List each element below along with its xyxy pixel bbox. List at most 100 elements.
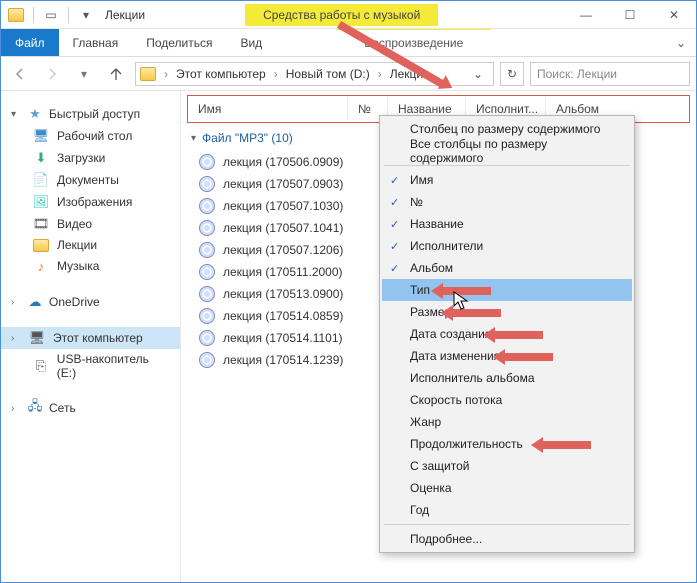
desktop-icon: 🖥 [33,128,49,144]
folder-icon [33,239,49,252]
maximize-button[interactable]: ☐ [608,1,652,29]
menu-item-label: Исполнитель альбома [410,371,535,385]
menu-column-toggle[interactable]: ✓Название [382,213,632,235]
crumb-this-pc[interactable]: Этот компьютер [172,65,270,83]
search-input[interactable]: Поиск: Лекции [530,62,690,86]
menu-column-toggle[interactable]: Год [382,499,632,521]
crumb-sep-icon[interactable]: › [162,67,170,81]
file-name: лекция (170506.0909) [223,155,343,169]
menu-column-toggle[interactable]: ✓ Альбом [382,257,632,279]
nav-recent-dropdown[interactable]: ▾ [71,61,97,87]
cloud-icon: ☁ [27,294,43,310]
menu-item-label: Альбом [410,261,453,275]
refresh-button[interactable]: ↻ [500,62,524,86]
check-icon: ✓ [390,240,399,253]
nav-item-videos[interactable]: 🎞Видео [1,213,180,235]
picture-icon: 🖼 [33,194,49,210]
titlebar: ▭ ▾ Лекции Средства работы с музыкой — ☐… [1,1,696,29]
audio-file-icon [199,286,215,302]
qat-dropdown-icon[interactable]: ▾ [75,4,97,26]
nav-forward-button[interactable] [39,61,65,87]
nav-onedrive-label: OneDrive [49,295,100,309]
nav-quick-access-header[interactable]: ▾ ★ Быстрый доступ [1,103,180,125]
ribbon-tabs: Файл Главная Поделиться Вид Воспроизведе… [1,29,696,57]
ribbon-expand-icon[interactable]: ⌄ [666,29,696,56]
menu-column-toggle[interactable]: Продолжительность [382,433,632,455]
nav-this-pc-label: Этот компьютер [53,331,143,345]
check-icon: ✓ [390,218,399,231]
menu-column-toggle[interactable]: Дата создания [382,323,632,345]
minimize-button[interactable]: — [564,1,608,29]
menu-column-toggle[interactable]: Размер [382,301,632,323]
menu-item-label: Год [410,503,429,517]
nav-item-music[interactable]: ♪Музыка [1,255,180,277]
menu-column-toggle[interactable]: Жанр [382,411,632,433]
close-button[interactable]: ✕ [652,1,696,29]
menu-item-label: Продолжительность [410,437,523,451]
contextual-tab-header: Средства работы с музыкой [245,4,438,26]
nav-up-button[interactable] [103,61,129,87]
column-context-menu: Столбец по размеру содержимого Все столб… [379,115,635,553]
nav-item-label: Музыка [57,259,99,273]
check-icon: ✓ [390,262,399,275]
menu-item-label: Жанр [410,415,441,429]
menu-item-label: Размер [410,305,451,319]
menu-column-toggle[interactable]: С защитой [382,455,632,477]
menu-column-toggle[interactable]: Скорость потока [382,389,632,411]
menu-column-toggle[interactable]: Оценка [382,477,632,499]
crumb-sep-icon[interactable]: › [376,67,384,81]
nav-item-usb[interactable]: ⎘USB-накопитель (E:) [1,349,180,383]
crumb-sep-icon[interactable]: › [272,67,280,81]
file-name: лекция (170507.1030) [223,199,343,213]
nav-item-label: Рабочий стол [57,129,132,143]
breadcrumb-dropdown-icon[interactable]: ⌄ [467,67,489,81]
chevron-right-icon: › [11,297,21,308]
ribbon-tab-view[interactable]: Вид [226,29,276,56]
menu-item-label: С защитой [410,459,470,473]
ribbon-tab-file[interactable]: Файл [1,29,59,56]
audio-file-icon [199,352,215,368]
qat-separator [33,7,34,23]
menu-more[interactable]: Подробнее... [382,528,632,550]
menu-column-toggle[interactable]: Исполнитель альбома [382,367,632,389]
audio-file-icon [199,198,215,214]
nav-item-pictures[interactable]: 🖼 Изображения [1,191,180,213]
network-icon: 🖧 [27,400,43,416]
file-name: лекция (170513.0900) [223,287,343,301]
nav-item-lectures[interactable]: Лекции [1,235,180,255]
address-bar: ▾ › Этот компьютер › Новый том (D:) › Ле… [1,57,696,91]
menu-item-label: Исполнители [410,239,483,253]
nav-back-button[interactable] [7,61,33,87]
nav-this-pc-header[interactable]: › 🖥 Этот компьютер [1,327,180,349]
nav-item-desktop[interactable]: 🖥 Рабочий стол [1,125,180,147]
properties-icon[interactable]: ▭ [40,4,62,26]
menu-size-all-columns[interactable]: Все столбцы по размеру содержимого [382,140,632,162]
ribbon-tab-share[interactable]: Поделиться [132,29,226,56]
col-name[interactable]: Имя [188,96,348,122]
menu-column-toggle[interactable]: ✓ Исполнители [382,235,632,257]
ribbon-tab-home[interactable]: Главная [59,29,133,56]
crumb-folder[interactable]: Лекции [386,65,434,83]
menu-item-label: Тип [410,283,430,297]
nav-network-header[interactable]: › 🖧 Сеть [1,397,180,419]
nav-item-documents[interactable]: 📄Документы [1,169,180,191]
video-icon: 🎞 [33,216,49,232]
crumb-drive[interactable]: Новый том (D:) [282,65,374,83]
ribbon-tab-play[interactable]: Воспроизведение [336,29,491,56]
nav-item-label: Изображения [57,195,132,209]
file-name: лекция (170514.1239) [223,353,343,367]
file-name: лекция (170507.1206) [223,243,343,257]
breadcrumb-box[interactable]: › Этот компьютер › Новый том (D:) › Лекц… [135,62,494,86]
menu-column-toggle[interactable]: Тип [382,279,632,301]
menu-column-toggle[interactable]: ✓Имя [382,169,632,191]
check-icon: ✓ [390,174,399,187]
nav-item-downloads[interactable]: ⬇Загрузки [1,147,180,169]
audio-file-icon [199,220,215,236]
folder-type-icon [5,4,27,26]
menu-column-toggle[interactable]: Дата изменения [382,345,632,367]
qat-separator [68,7,69,23]
nav-item-label: Документы [57,173,119,187]
menu-column-toggle[interactable]: ✓№ [382,191,632,213]
nav-onedrive-header[interactable]: › ☁ OneDrive [1,291,180,313]
menu-item-label: № [410,195,423,209]
